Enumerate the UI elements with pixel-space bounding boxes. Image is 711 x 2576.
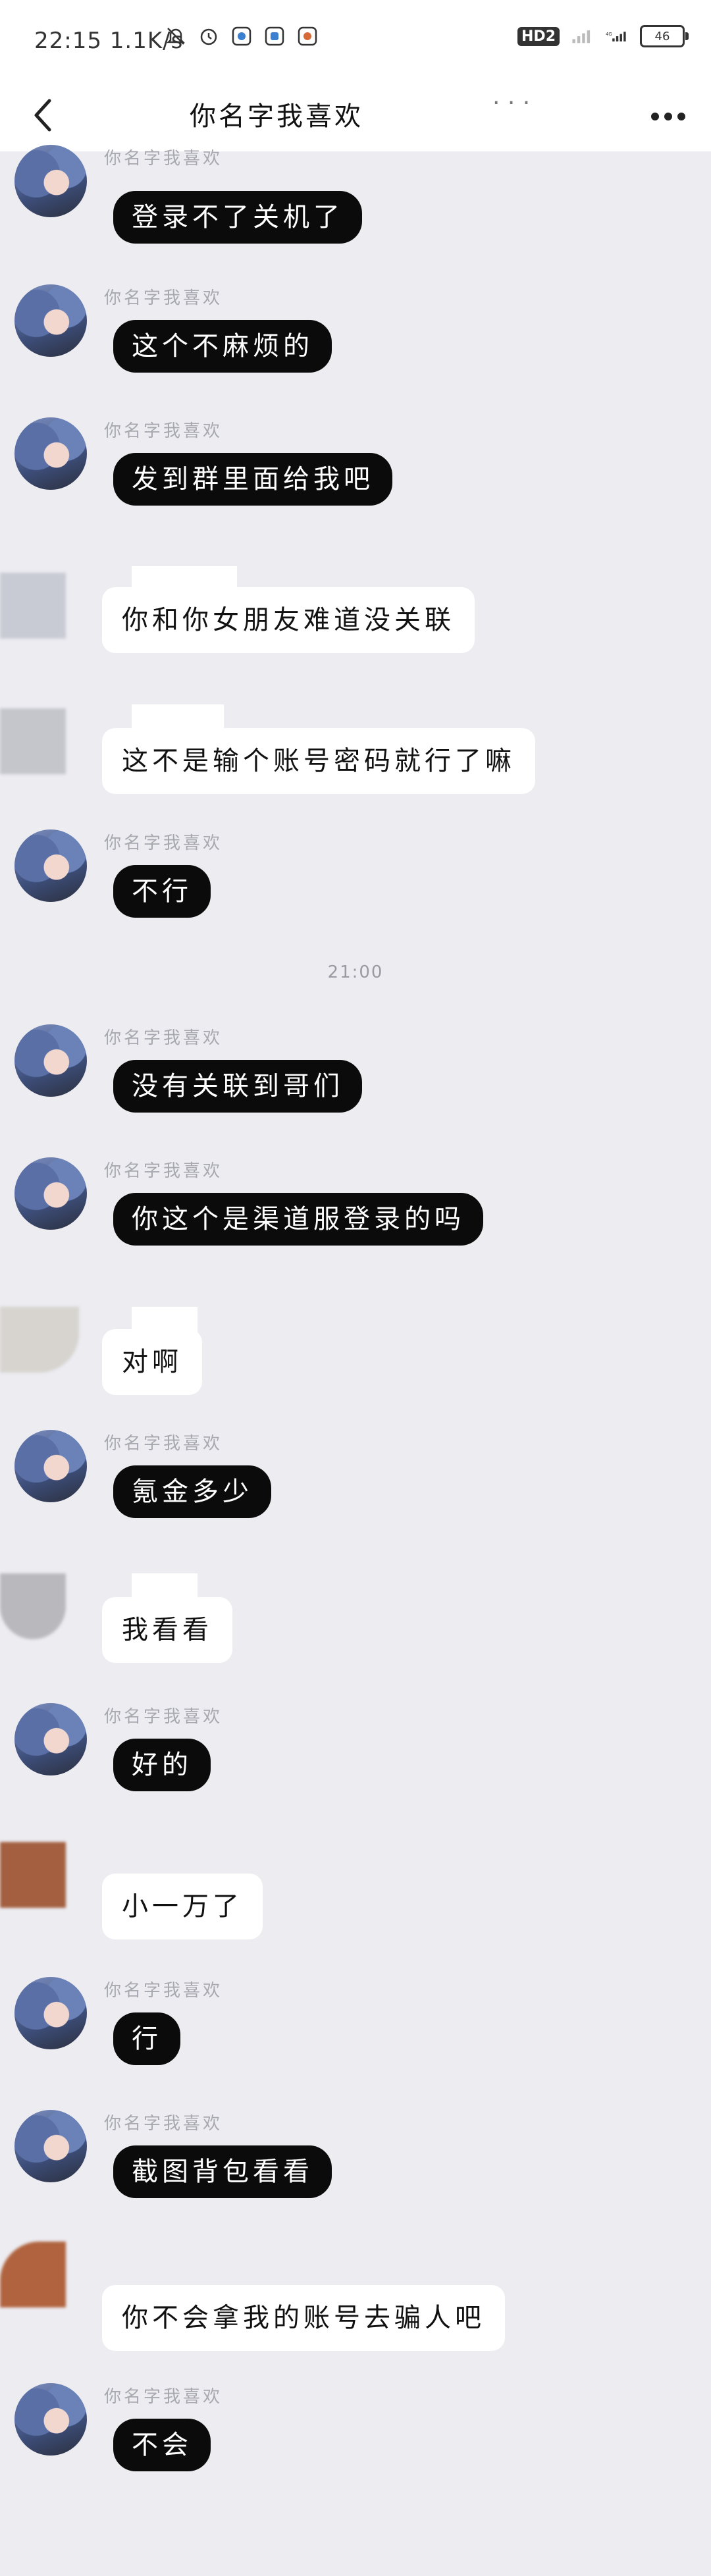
message-bubble[interactable]: 不行 [113,865,211,918]
time-divider: 21:00 [327,962,384,982]
avatar[interactable] [14,1430,87,1502]
status-icons-right: HD2 4G 46 [517,25,689,47]
message-bubble[interactable]: 氪金多少 [113,1465,271,1518]
more-dot [677,113,685,120]
avatar[interactable] [14,1157,87,1230]
svg-text:4G: 4G [606,32,612,37]
alarm-icon [198,25,220,47]
avatar[interactable] [14,829,87,902]
sender-name: 你名字我喜欢 [104,2114,223,2134]
message-bubble[interactable]: 登录不了关机了 [113,191,362,244]
more-dot [651,113,659,120]
sender-name: 你名字我喜欢 [104,149,223,169]
redacted-name [132,1573,198,1600]
chat-title: 你名字我喜欢 [190,101,363,132]
avatar[interactable] [0,573,66,639]
message-bubble[interactable]: 这不是输个账号密码就行了嘛 [102,728,535,794]
message-bubble[interactable]: 你这个是渠道服登录的吗 [113,1193,483,1246]
avatar[interactable] [14,1977,87,2049]
sender-name: 你名字我喜欢 [104,1028,223,1048]
avatar[interactable] [14,284,87,357]
sender-name: 你名字我喜欢 [104,421,223,441]
message-bubble[interactable]: 截图背包看看 [113,2145,332,2198]
sender-name: 你名字我喜欢 [104,1707,223,1727]
sender-name: 你名字我喜欢 [104,1981,223,2001]
message-bubble[interactable]: 小一万了 [102,1874,263,1939]
sender-name: 你名字我喜欢 [104,1161,223,1181]
message-bubble[interactable]: 发到群里面给我吧 [113,453,392,506]
sender-name: 你名字我喜欢 [104,2387,223,2407]
more-dot [664,113,672,120]
message-bubble[interactable]: 这个不麻烦的 [113,320,332,373]
app-icon-1 [230,25,253,47]
message-bubble[interactable]: 没有关联到哥们 [113,1060,362,1113]
clock-time: 22:15 [34,28,102,54]
message-bubble[interactable]: 我看看 [102,1597,232,1663]
sender-name: 你名字我喜欢 [104,833,223,853]
message-bubble[interactable]: 对啊 [102,1329,202,1395]
avatar[interactable] [14,2383,87,2456]
avatar[interactable] [14,1703,87,1775]
message-bubble[interactable]: 好的 [113,1739,211,1791]
status-bar: 22:15 1.1K/s HD2 4G 46 [0,0,711,79]
avatar[interactable] [0,708,66,774]
more-options-button[interactable] [645,93,691,140]
message-bubble[interactable]: 不会 [113,2419,211,2471]
avatar[interactable] [0,2242,66,2307]
back-button[interactable] [20,92,66,138]
status-time: 22:15 1.1K/s [34,28,183,54]
app-icon-3 [296,25,319,47]
avatar[interactable] [14,2110,87,2182]
message-bubble[interactable]: 你和你女朋友难道没关联 [102,587,475,653]
avatar[interactable] [14,145,87,217]
chat-title-dots: · · · [492,90,531,117]
avatar[interactable] [0,1573,66,1639]
sender-name: 你名字我喜欢 [104,288,223,308]
app-icon-2 [263,25,286,47]
sender-name: 你名字我喜欢 [104,1434,223,1454]
chat-header: 你名字我喜欢 · · · [0,79,711,151]
avatar[interactable] [14,417,87,490]
chevron-left-icon [34,99,51,132]
battery-level: 46 [654,29,670,43]
signal-icon-1 [571,25,594,47]
battery-icon: 46 [640,25,689,47]
status-icons-left [165,25,319,47]
hd-badge: HD2 [517,26,560,46]
avatar[interactable] [0,1307,79,1373]
avatar[interactable] [14,1024,87,1097]
signal-icon-2: 4G [606,25,628,47]
message-bubble[interactable]: 你不会拿我的账号去骗人吧 [102,2285,505,2351]
redacted-name [132,704,224,731]
avatar[interactable] [0,1842,66,1908]
message-bubble[interactable]: 行 [113,2012,180,2065]
mute-icon [165,25,187,47]
